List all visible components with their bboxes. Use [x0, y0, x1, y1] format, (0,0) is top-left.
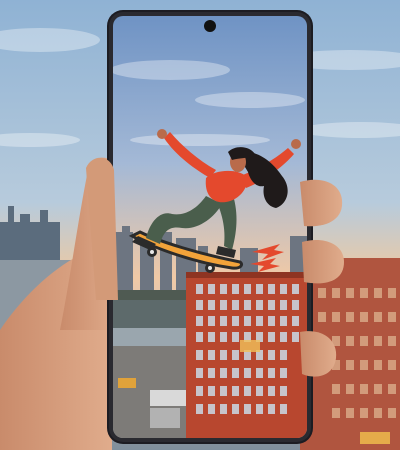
building-icon: [186, 272, 307, 438]
phone-screen: [113, 16, 307, 438]
photo-scene: [0, 0, 400, 450]
camera-icon: [204, 20, 216, 32]
